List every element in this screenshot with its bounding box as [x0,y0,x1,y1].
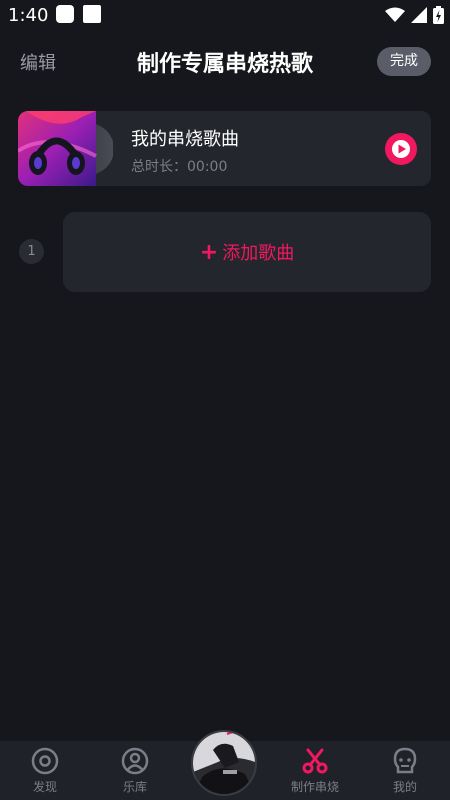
headphones-cover-icon [18,111,113,186]
add-song-label: 添加歌曲 [222,243,295,264]
app-screen: 1:40 编辑 制作专属串烧热歌 完成 我的串烧歌曲 总时长：00:00 1 +… [0,0,450,800]
discover-icon [31,747,59,775]
header: 编辑 制作专属串烧热歌 完成 [0,40,450,82]
plus-icon: + [199,239,219,265]
profile-icon [393,747,417,774]
nav-label: 发现 [32,780,57,794]
album-art-icon [193,732,255,794]
playlist-card[interactable]: 我的串烧歌曲 总时长：00:00 [18,111,431,186]
playlist-duration: 总时长：00:00 [131,159,228,175]
status-bar: 1:40 [0,0,450,32]
scissors-icon [302,748,328,774]
library-icon [121,747,149,775]
wifi-icon [385,7,405,22]
nav-item-library[interactable]: 乐库 [90,741,180,800]
playlist-name: 我的串烧歌曲 [131,129,239,150]
notification-icon [56,5,74,23]
play-icon [392,140,410,158]
signal-icon [411,7,427,23]
nav-label: 我的 [392,780,417,794]
now-playing-disc[interactable] [191,730,257,796]
nav-item-make-medley[interactable]: 制作串烧 [270,741,360,800]
status-time: 1:40 [8,5,49,26]
notification-icon [83,5,101,23]
nav-item-discover[interactable]: 发现 [0,741,90,800]
done-button[interactable]: 完成 [377,47,431,76]
nav-item-profile[interactable]: 我的 [360,741,450,800]
add-song-button[interactable]: + 添加歌曲 [63,212,431,292]
nav-label: 乐库 [122,780,147,794]
status-icons [385,6,444,24]
battery-icon [433,6,444,24]
slot-index: 1 [19,239,44,264]
nav-label: 制作串烧 [290,780,339,794]
play-button[interactable] [385,133,417,165]
